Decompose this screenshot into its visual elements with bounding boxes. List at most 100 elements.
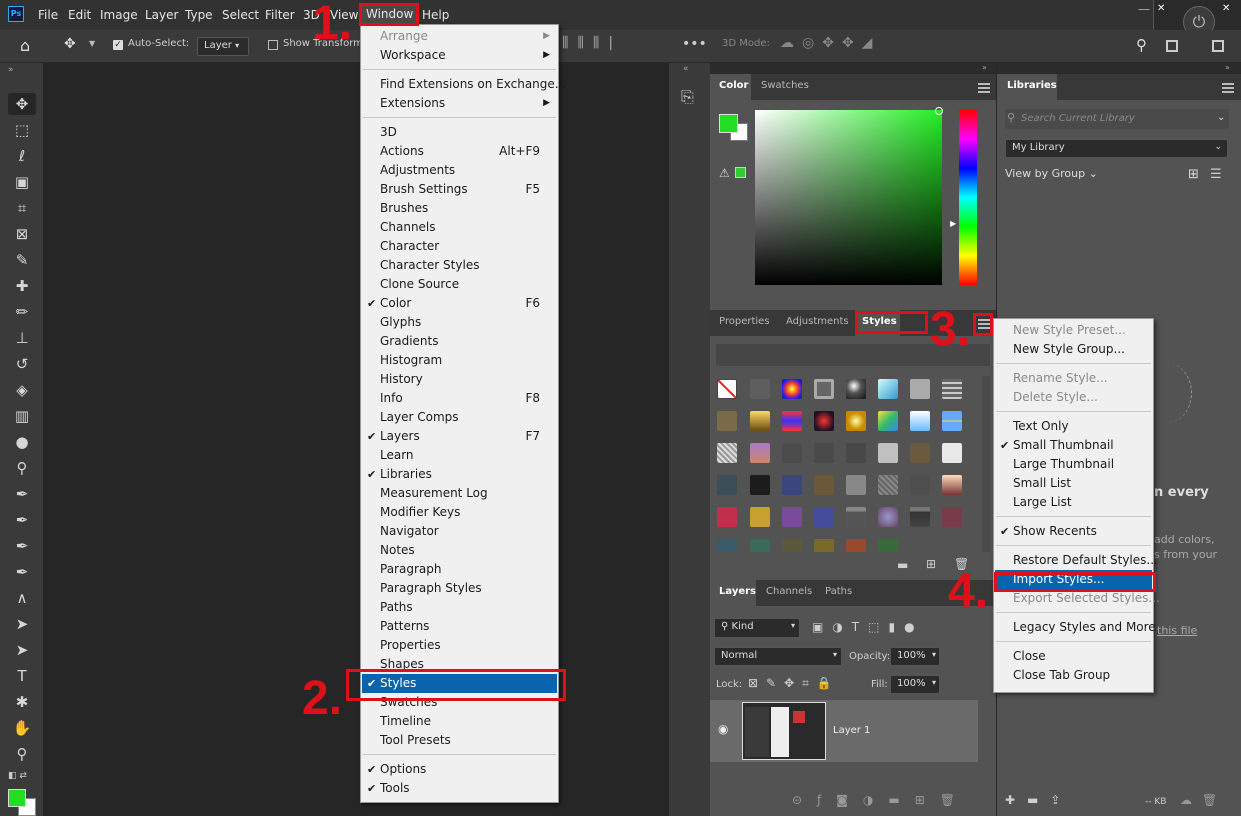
menu-item-properties[interactable]: Properties	[362, 636, 557, 655]
style-swatch[interactable]	[878, 539, 898, 552]
more-options-icon[interactable]: •••	[682, 36, 707, 52]
style-swatch[interactable]	[910, 411, 930, 431]
menu-item-layers[interactable]: Layers ✔ F7	[362, 427, 557, 446]
style-swatch[interactable]	[717, 539, 737, 552]
chevron-down-icon[interactable]: ⌄	[1217, 112, 1225, 123]
style-swatch[interactable]	[782, 411, 802, 431]
collapse-icon[interactable]: »	[8, 65, 14, 75]
curvature-pen-tool-icon[interactable]: ✒	[8, 509, 36, 531]
canvas-area[interactable]	[44, 63, 668, 816]
direct-select-tool-icon[interactable]: ➤	[8, 639, 36, 661]
tab-channels[interactable]: Channels	[766, 586, 812, 597]
brush-tool-icon[interactable]: ✏	[8, 301, 36, 323]
menu-item-adjustments[interactable]: Adjustments	[362, 161, 557, 180]
style-swatch[interactable]	[782, 539, 802, 552]
style-swatch[interactable]	[750, 443, 770, 463]
menu-item-options[interactable]: Options ✔	[362, 760, 557, 779]
menu-item-new-style-group[interactable]: New Style Group...	[995, 340, 1152, 359]
marquee-tool-icon[interactable]: ⬚	[8, 119, 36, 141]
view-by-dropdown[interactable]: View by Group ⌄	[1005, 167, 1098, 180]
layer-name[interactable]: Layer 1	[833, 725, 870, 736]
list-view-icon[interactable]: ☰	[1210, 167, 1222, 182]
style-swatch[interactable]	[846, 539, 866, 552]
menu-item-patterns[interactable]: Patterns	[362, 617, 557, 636]
menu-item-large-list[interactable]: Large List	[995, 493, 1152, 512]
library-cloud-trash-icons[interactable]: ☁🗑	[1180, 793, 1227, 807]
menu-item-measurement-log[interactable]: Measurement Log	[362, 484, 557, 503]
lasso-tool-icon[interactable]: ℓ	[8, 145, 36, 167]
style-swatch[interactable]	[878, 475, 898, 495]
menu-item-close-tab-group[interactable]: Close Tab Group	[995, 666, 1152, 685]
style-swatch[interactable]	[846, 475, 866, 495]
style-none[interactable]	[717, 379, 737, 399]
menu-file[interactable]: File	[38, 8, 58, 22]
menu-item-navigator[interactable]: Navigator	[362, 522, 557, 541]
menu-item-notes[interactable]: Notes	[362, 541, 557, 560]
style-swatch[interactable]	[814, 539, 834, 552]
menu-item-character[interactable]: Character	[362, 237, 557, 256]
eraser-tool-icon[interactable]: ◈	[8, 379, 36, 401]
hue-slider-handle[interactable]: ▶	[950, 219, 956, 228]
tab-swatches[interactable]: Swatches	[761, 80, 809, 91]
menu-item-tool-presets[interactable]: Tool Presets	[362, 731, 557, 750]
styles-grid[interactable]	[713, 375, 977, 552]
style-swatch[interactable]	[846, 379, 866, 399]
menu-select[interactable]: Select	[222, 8, 259, 22]
shape-tool-icon[interactable]: ✱	[8, 691, 36, 713]
style-swatch[interactable]	[878, 443, 898, 463]
frame-tool-icon[interactable]: ⊠	[8, 223, 36, 245]
hue-slider[interactable]	[959, 110, 977, 285]
crop-tool-icon[interactable]: ⌗	[8, 197, 36, 219]
collapse-icon[interactable]: «	[683, 64, 689, 74]
style-swatch[interactable]	[717, 411, 737, 431]
expand-icon[interactable]: »	[982, 63, 987, 72]
3d-mode-icons[interactable]: ☁◎✥✥◢	[780, 35, 880, 51]
style-swatch[interactable]	[942, 475, 962, 495]
menu-item-layer-comps[interactable]: Layer Comps	[362, 408, 557, 427]
menu-item-show-recents[interactable]: Show Recents ✔	[995, 522, 1152, 541]
style-swatch[interactable]	[750, 411, 770, 431]
style-swatch[interactable]	[878, 507, 898, 527]
tab-paths[interactable]: Paths	[825, 586, 852, 597]
menu-item-paragraph[interactable]: Paragraph	[362, 560, 557, 579]
menu-item-glyphs[interactable]: Glyphs	[362, 313, 557, 332]
style-swatch[interactable]	[846, 507, 866, 527]
menu-item-channels[interactable]: Channels	[362, 218, 557, 237]
lock-icons[interactable]: ⊠✎✥⌗🔒	[748, 676, 840, 691]
menu-item-find-extensions-on-exchange[interactable]: Find Extensions on Exchange...	[362, 75, 566, 94]
style-swatch[interactable]	[782, 443, 802, 463]
filter-kind-dropdown[interactable]: ⚲ Kind ▾	[714, 618, 800, 638]
color-picker-handle[interactable]	[935, 107, 943, 115]
tab-adjustments[interactable]: Adjustments	[786, 316, 849, 327]
hand-tool-icon[interactable]: ✋	[8, 717, 36, 739]
style-swatch[interactable]	[782, 475, 802, 495]
pen-tool-icon[interactable]: ✒	[8, 483, 36, 505]
chevron-down-icon[interactable]: ▼	[89, 39, 95, 48]
convert-point-tool-icon[interactable]: ∧	[8, 587, 36, 609]
visibility-eye-icon[interactable]: ◉	[718, 722, 728, 736]
home-icon[interactable]: ⌂	[20, 36, 30, 55]
menu-item-character-styles[interactable]: Character Styles	[362, 256, 557, 275]
library-link[interactable]: this file	[1157, 624, 1197, 637]
menu-type[interactable]: Type	[185, 8, 213, 22]
eyedropper-tool-icon[interactable]: ✎	[8, 249, 36, 271]
style-swatch[interactable]	[942, 379, 962, 399]
menu-item-actions[interactable]: Actions Alt+F9	[362, 142, 557, 161]
menu-item-paragraph-styles[interactable]: Paragraph Styles	[362, 579, 557, 598]
style-swatch[interactable]	[750, 507, 770, 527]
menu-help[interactable]: Help	[422, 8, 449, 22]
type-tool-icon[interactable]: T	[8, 665, 36, 687]
history-brush-tool-icon[interactable]: ↺	[8, 353, 36, 375]
layer-row[interactable]: ◉ Layer 1	[710, 700, 978, 762]
menu-item-large-thumbnail[interactable]: Large Thumbnail	[995, 455, 1152, 474]
style-swatch[interactable]	[814, 411, 834, 431]
menu-image[interactable]: Image	[100, 8, 138, 22]
share-icon[interactable]	[1212, 40, 1224, 52]
menu-item-paths[interactable]: Paths	[362, 598, 557, 617]
collapse-icon[interactable]: »	[1225, 63, 1230, 72]
foreground-color-swatch[interactable]	[8, 789, 26, 807]
menu-item-info[interactable]: Info F8	[362, 389, 557, 408]
menu-item-workspace[interactable]: Workspace ▶	[362, 46, 557, 65]
menu-item-close[interactable]: Close	[995, 647, 1152, 666]
menu-item-histogram[interactable]: Histogram	[362, 351, 557, 370]
